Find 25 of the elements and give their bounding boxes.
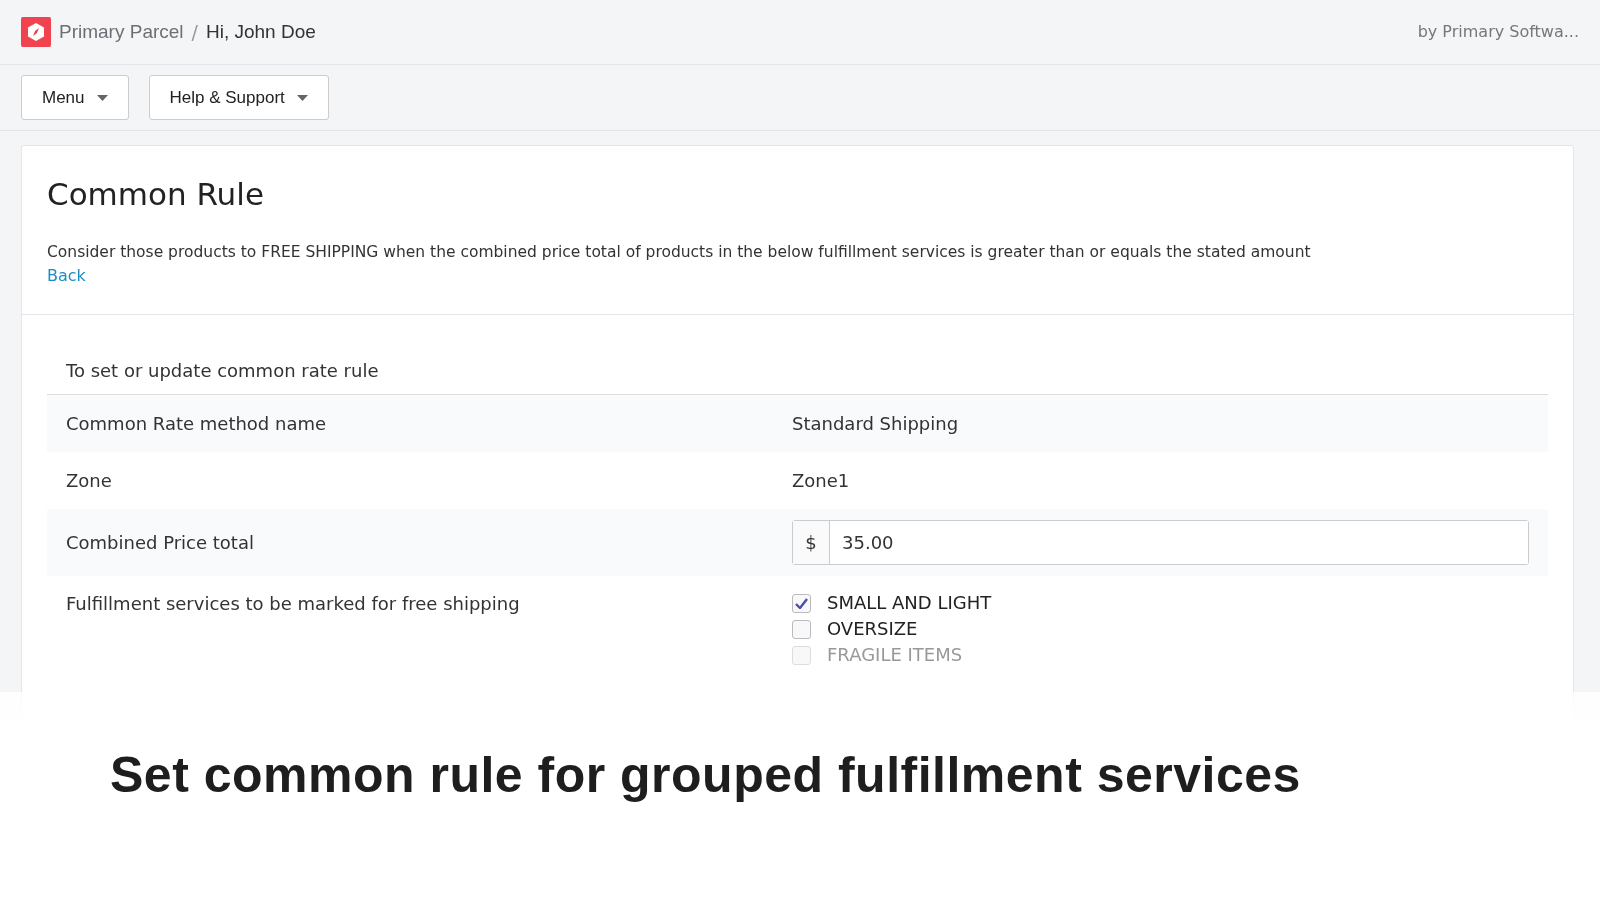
- field-value: Zone1: [792, 469, 850, 494]
- caret-icon: [296, 94, 308, 101]
- caption-text: Set common rule for grouped fulfillment services: [110, 746, 1301, 805]
- caret-icon: [96, 94, 108, 101]
- checkbox[interactable]: [792, 593, 811, 613]
- greeting-text: Hi, John Doe: [206, 19, 316, 44]
- description-text: Consider those products to FREE SHIPPING when the combined price total of products in the below fulfillment services is greater than or equals the stated amount: [47, 242, 1312, 264]
- field-value: Standard Shipping: [792, 412, 959, 437]
- breadcrumb-separator: /: [191, 19, 198, 45]
- field-label: Fulfillment services to be marked for free shipping: [66, 592, 521, 617]
- logo-icon: [21, 17, 51, 47]
- page-title: Common Rule: [47, 176, 265, 214]
- dropdown-button[interactable]: Menu: [21, 75, 129, 120]
- price-input[interactable]: $ 35.00: [792, 520, 1529, 566]
- field-label: Common Rate method name: [66, 412, 328, 437]
- vendor-text: by Primary Softwa...: [1417, 21, 1579, 43]
- back-link[interactable]: Back: [47, 266, 86, 286]
- option-label: SMALL AND LIGHT: [827, 591, 992, 616]
- dropdown-button[interactable]: Help & Support: [148, 75, 329, 120]
- field-label: Zone: [66, 469, 113, 494]
- brand-name[interactable]: Primary Parcel: [59, 17, 184, 47]
- checkbox[interactable]: [792, 619, 811, 639]
- option-label: FRAGILE ITEMS: [827, 643, 963, 668]
- option-label: OVERSIZE: [827, 617, 918, 642]
- field-label: Combined Price total: [66, 531, 255, 556]
